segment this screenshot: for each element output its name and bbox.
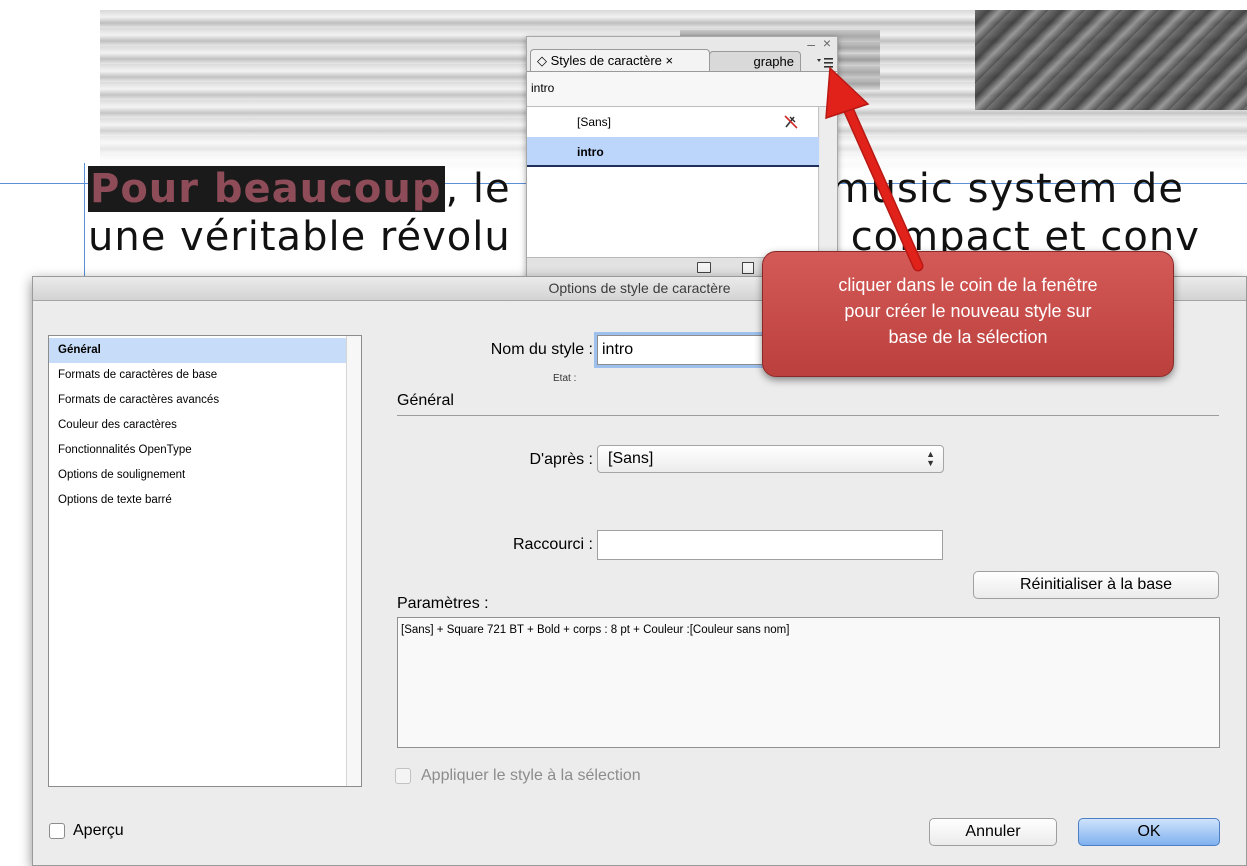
annotation-line: cliquer dans le coin de la fenêtre bbox=[838, 275, 1098, 295]
panel-minimize-button[interactable]: – bbox=[807, 36, 815, 52]
annotation-line: base de la sélection bbox=[888, 327, 1048, 347]
document-text-fragment: , le bbox=[445, 166, 511, 212]
style-name-input[interactable]: intro bbox=[597, 335, 783, 365]
panel-menu-icon[interactable] bbox=[816, 55, 834, 71]
style-name-label: Nom du style : bbox=[490, 341, 593, 358]
tab-paragraph-styles[interactable]: graphe bbox=[709, 51, 801, 71]
preview-label: Aperçu bbox=[73, 822, 124, 839]
sidebar-item-opentype-features[interactable]: Fonctionnalités OpenType bbox=[49, 438, 346, 463]
sidebar-item-basic-character-formats[interactable]: Formats de caractères de base bbox=[49, 363, 346, 388]
text-frame-edge bbox=[84, 163, 85, 283]
cancel-button[interactable]: Annuler bbox=[929, 818, 1057, 846]
character-styles-panel: – × graphe ◇ Styles de caractère × intro… bbox=[526, 35, 838, 280]
reset-to-base-button[interactable]: Réinitialiser à la base bbox=[973, 571, 1219, 599]
select-arrows-icon: ▲ ▼ bbox=[926, 449, 935, 468]
sidebar-item-character-color[interactable]: Couleur des caractères bbox=[49, 413, 346, 438]
style-item-label: intro bbox=[577, 145, 604, 159]
styles-list: [Sans] intro bbox=[527, 107, 819, 257]
new-style-group-icon[interactable] bbox=[697, 262, 711, 273]
panel-close-button[interactable]: × bbox=[823, 35, 831, 51]
based-on-value: [Sans] bbox=[608, 450, 654, 467]
new-style-icon[interactable] bbox=[742, 262, 754, 274]
sidebar-category-list: Général Formats de caractères de base Fo… bbox=[48, 335, 362, 787]
selected-text[interactable]: Pour beaucoup bbox=[88, 166, 446, 212]
sidebar-item-strikethrough-options[interactable]: Options de texte barré bbox=[49, 488, 346, 513]
document-text-fragment: music system de bbox=[830, 166, 1184, 212]
apply-style-label: Appliquer le style à la sélection bbox=[421, 767, 641, 784]
sidebar-item-advanced-character-formats[interactable]: Formats de caractères avancés bbox=[49, 388, 346, 413]
style-item-label: [Sans] bbox=[577, 115, 612, 129]
style-item-sans[interactable]: [Sans] bbox=[527, 107, 819, 137]
style-item-intro[interactable]: intro bbox=[527, 137, 819, 167]
preview-checkbox[interactable] bbox=[49, 823, 65, 839]
settings-summary-box: [Sans] + Square 721 BT + Bold + corps : … bbox=[397, 617, 1220, 748]
shortcut-input[interactable] bbox=[597, 530, 943, 560]
shortcut-label: Raccourci : bbox=[512, 536, 593, 553]
apply-style-checkbox[interactable] bbox=[395, 768, 411, 784]
sidebar-scrollbar[interactable] bbox=[346, 336, 361, 786]
state-label: Etat : bbox=[553, 373, 577, 384]
based-on-label: D'après : bbox=[529, 451, 593, 468]
annotation-callout: cliquer dans le coin de la fenêtre pour … bbox=[762, 251, 1174, 377]
annotation-line: pour créer le nouveau style sur bbox=[844, 301, 1092, 321]
panel-style-indicator-bar bbox=[527, 71, 837, 107]
document-image-dark-region bbox=[975, 10, 1247, 110]
tab-character-styles[interactable]: ◇ Styles de caractère × bbox=[530, 49, 710, 71]
panel-scrollbar[interactable] bbox=[820, 107, 837, 257]
document-text-fragment: une véritable révolu bbox=[88, 214, 511, 260]
sidebar-item-general[interactable]: Général bbox=[49, 338, 346, 363]
panel-current-style: intro bbox=[531, 81, 555, 95]
no-break-icon bbox=[784, 115, 798, 129]
section-divider bbox=[397, 415, 1219, 416]
sidebar-item-underline-options[interactable]: Options de soulignement bbox=[49, 463, 346, 488]
section-heading: Général bbox=[397, 392, 454, 409]
ok-button[interactable]: OK bbox=[1078, 818, 1220, 846]
based-on-select[interactable]: [Sans] ▲ ▼ bbox=[597, 445, 944, 473]
settings-label: Paramètres : bbox=[397, 595, 489, 612]
